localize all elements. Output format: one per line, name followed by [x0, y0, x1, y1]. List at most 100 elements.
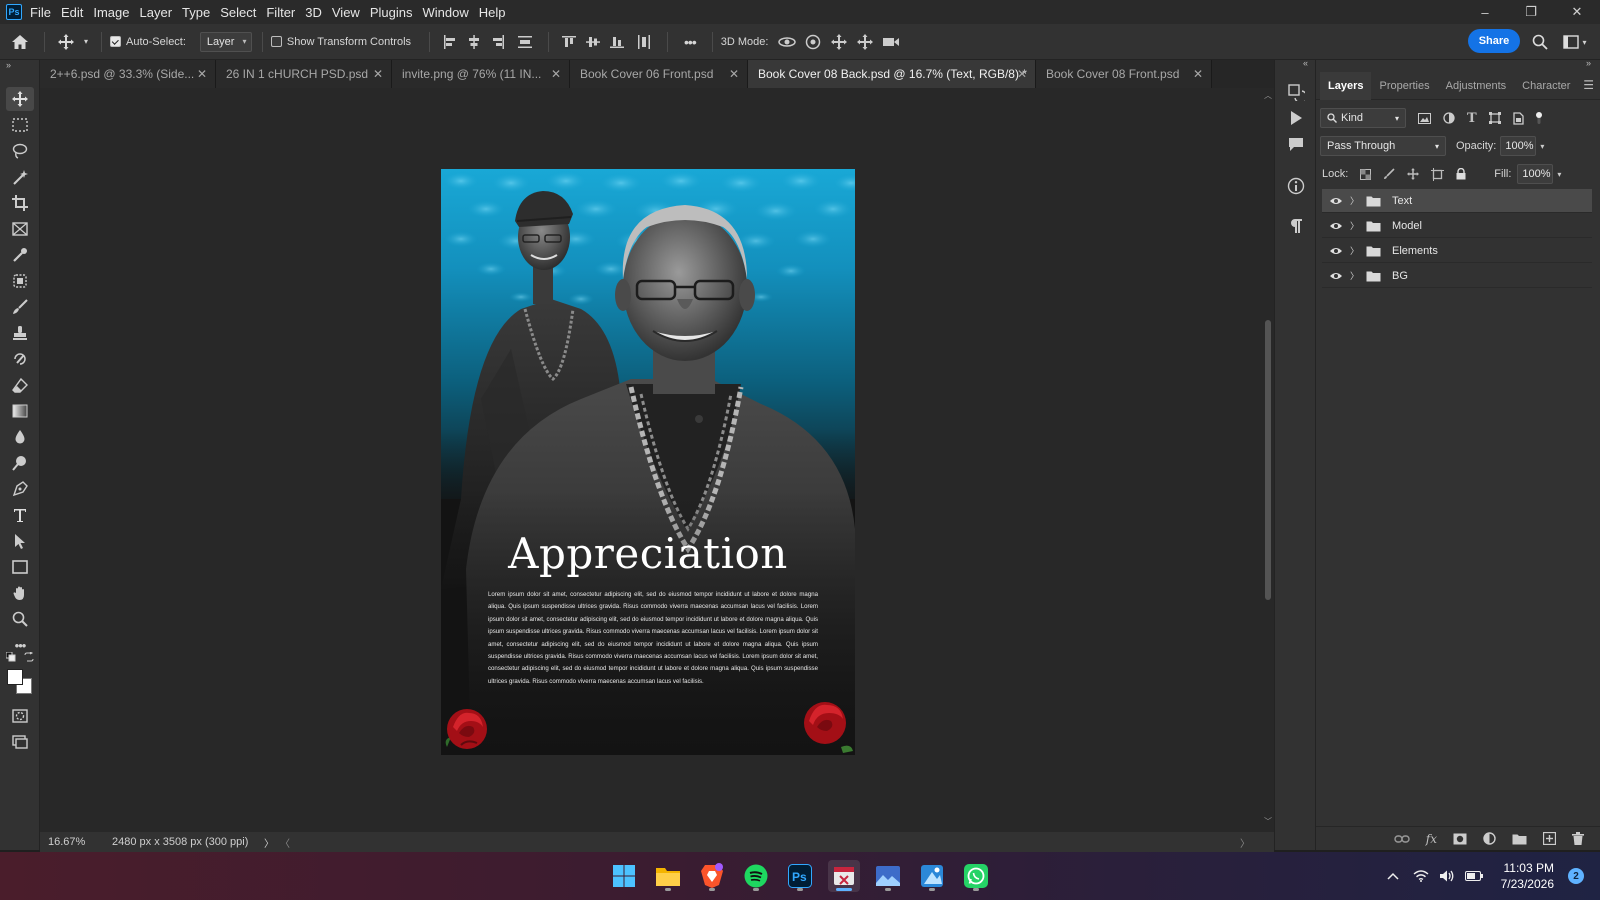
crop-tool-icon[interactable] — [6, 191, 34, 215]
blend-mode-dropdown[interactable]: Pass Through ▾ — [1320, 136, 1446, 156]
collapse-dock-icon[interactable]: « — [1303, 58, 1308, 68]
menu-layer[interactable]: Layer — [140, 5, 181, 20]
menu-view[interactable]: View — [332, 5, 368, 20]
chevron-right-icon[interactable]: 〉 — [1350, 269, 1362, 282]
paint-icon[interactable] — [916, 860, 948, 892]
info-panel-icon[interactable] — [1284, 174, 1308, 198]
filter-adjustment-layers-icon[interactable] — [1443, 112, 1455, 124]
close-icon[interactable]: ✕ — [373, 67, 383, 81]
menu-file[interactable]: File — [30, 5, 59, 20]
lock-transparent-pixels-icon[interactable] — [1360, 168, 1372, 180]
tab-document-5-active[interactable]: Book Cover 08 Back.psd @ 16.7% (Text, RG… — [748, 60, 1036, 88]
snipping-tool-icon[interactable] — [828, 860, 860, 892]
more-options-button[interactable]: ••• — [684, 34, 697, 50]
search-icon[interactable] — [1530, 33, 1550, 51]
new-adjustment-layer-icon[interactable] — [1483, 832, 1496, 845]
visibility-eye-icon[interactable] — [1322, 221, 1350, 231]
layer-filter-kind-dropdown[interactable]: Kind ▾ — [1320, 108, 1406, 128]
tab-properties[interactable]: Properties — [1371, 72, 1437, 100]
slide-3d-icon[interactable] — [852, 33, 878, 50]
document-canvas[interactable]: Appreciation Lorem ipsum dolor sit amet,… — [441, 169, 855, 755]
eyedropper-tool-icon[interactable] — [6, 243, 34, 267]
wifi-icon[interactable] — [1413, 870, 1429, 882]
panel-menu-icon[interactable]: ☰ — [1583, 78, 1594, 92]
frame-tool-icon[interactable] — [6, 217, 34, 241]
gradient-tool-icon[interactable] — [6, 399, 34, 423]
foreground-background-color[interactable] — [6, 668, 36, 698]
vertical-scroll-thumb[interactable] — [1265, 320, 1271, 600]
move-tool-preset-icon[interactable] — [53, 33, 79, 50]
vertical-scrollbar[interactable]: ︿ ﹀ — [1262, 88, 1274, 832]
opacity-input[interactable]: 100% — [1500, 136, 1537, 156]
filter-shape-layers-icon[interactable] — [1488, 112, 1501, 124]
distribute-vertically-icon[interactable] — [510, 35, 540, 49]
share-button[interactable]: Share — [1468, 29, 1520, 53]
eraser-tool-icon[interactable] — [6, 373, 34, 397]
new-group-folder-icon[interactable] — [1512, 833, 1527, 845]
type-tool-icon[interactable] — [6, 503, 34, 527]
scroll-down-icon[interactable]: ﹀ — [1264, 816, 1272, 827]
layer-row-bg[interactable]: 〉 BG — [1322, 264, 1592, 288]
chevron-right-icon[interactable]: 〉 — [1350, 244, 1362, 257]
close-window-button[interactable]: ✕ — [1554, 0, 1600, 24]
restore-button[interactable]: ❐ — [1508, 0, 1554, 24]
whatsapp-icon[interactable] — [960, 860, 992, 892]
rectangle-tool-icon[interactable] — [6, 555, 34, 579]
tab-document-3[interactable]: invite.png @ 76% (11 IN... ✕ — [392, 60, 570, 88]
lock-position-icon[interactable] — [1407, 168, 1420, 180]
rectangular-marquee-tool-icon[interactable] — [6, 113, 34, 137]
filter-smart-objects-icon[interactable] — [1513, 111, 1524, 125]
menu-filter[interactable]: Filter — [266, 5, 303, 20]
menu-plugins[interactable]: Plugins — [370, 5, 421, 20]
close-icon[interactable]: ✕ — [729, 67, 739, 81]
dodge-tool-icon[interactable] — [6, 451, 34, 475]
chevron-up-icon[interactable] — [1387, 872, 1399, 880]
foreground-color-swatch[interactable] — [7, 669, 23, 685]
comments-panel-icon[interactable] — [1284, 132, 1308, 156]
collapse-toolbar-icon[interactable]: » — [6, 60, 11, 70]
minimize-button[interactable]: – — [1462, 0, 1508, 24]
lasso-tool-icon[interactable] — [6, 139, 34, 163]
pen-tool-icon[interactable] — [6, 477, 34, 501]
photos-icon[interactable] — [872, 860, 904, 892]
add-layer-mask-icon[interactable] — [1453, 833, 1467, 845]
filter-type-layers-icon[interactable]: T — [1467, 111, 1477, 126]
close-icon[interactable]: ✕ — [1193, 67, 1203, 81]
close-icon[interactable]: ✕ — [551, 67, 561, 81]
layer-effects-fx-icon[interactable]: fx — [1426, 832, 1437, 846]
visibility-eye-icon[interactable] — [1322, 246, 1350, 256]
chevron-down-icon[interactable]: ▾ — [79, 37, 93, 46]
tab-document-1[interactable]: 2++6.psd @ 33.3% (Side... ✕ — [40, 60, 216, 88]
scroll-right-icon[interactable]: 〉 — [1240, 835, 1250, 850]
windows-start-icon[interactable] — [608, 860, 640, 892]
quick-mask-icon[interactable] — [6, 704, 34, 728]
filter-toggle-icon[interactable] — [1534, 112, 1544, 124]
volume-icon[interactable] — [1439, 869, 1455, 883]
trash-delete-layer-icon[interactable] — [1572, 832, 1584, 845]
battery-icon[interactable] — [1464, 871, 1483, 881]
tab-adjustments[interactable]: Adjustments — [1438, 72, 1515, 100]
visibility-eye-icon[interactable] — [1322, 271, 1350, 281]
tab-character[interactable]: Character — [1514, 72, 1578, 100]
video-camera-3d-icon[interactable] — [878, 35, 904, 49]
align-bottom-edges-icon[interactable] — [605, 35, 629, 49]
menu-image[interactable]: Image — [93, 5, 137, 20]
swap-colors-icon[interactable] — [22, 650, 36, 664]
lock-artboard-icon[interactable] — [1431, 167, 1445, 181]
tab-document-4[interactable]: Book Cover 06 Front.psd ✕ — [570, 60, 748, 88]
spotify-icon[interactable] — [740, 860, 772, 892]
pan-3d-icon[interactable] — [826, 33, 852, 50]
link-layers-icon[interactable] — [1394, 834, 1410, 844]
default-colors-icon[interactable] — [4, 650, 18, 664]
roll-3d-icon[interactable] — [800, 34, 826, 50]
menu-window[interactable]: Window — [422, 5, 476, 20]
home-icon[interactable] — [0, 24, 40, 60]
screen-mode-icon[interactable] — [6, 730, 34, 754]
file-explorer-icon[interactable] — [652, 860, 684, 892]
tab-document-2[interactable]: 26 IN 1 cHURCH PSD.psd ✕ — [216, 60, 392, 88]
hand-tool-icon[interactable] — [6, 581, 34, 605]
clock[interactable]: 11:03 PM 7/23/2026 — [1501, 860, 1554, 892]
layer-row-model[interactable]: 〉 Model — [1322, 214, 1592, 238]
auto-select-checkbox[interactable] — [110, 36, 121, 47]
layer-row-elements[interactable]: 〉 Elements — [1322, 239, 1592, 263]
